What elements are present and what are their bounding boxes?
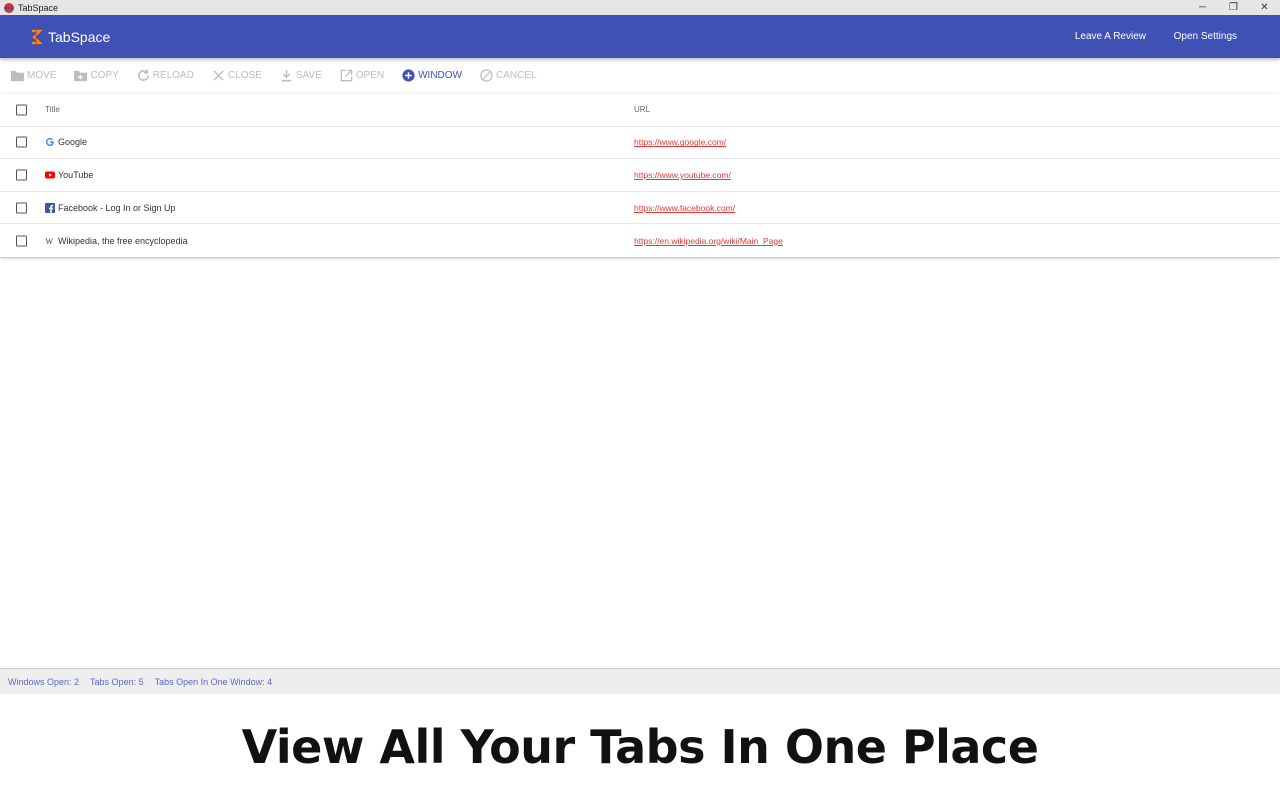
table-row[interactable]: YouTube https://www.youtube.com/ [0, 159, 1280, 192]
app-bar: TabSpace Leave A Review Open Settings [0, 15, 1280, 58]
row-checkbox[interactable] [16, 202, 27, 214]
cancel-button[interactable]: CANCEL [479, 68, 537, 83]
tab-title-cell: Google [45, 127, 87, 159]
folder-add-icon [74, 70, 88, 82]
row-checkbox[interactable] [16, 136, 27, 148]
tab-title: YouTube [58, 169, 94, 180]
tabs-table: Title URL Google https://www.google.com/… [0, 94, 1280, 257]
table-row[interactable]: W Wikipedia, the free encyclopedia https… [0, 224, 1280, 257]
tab-url-link[interactable]: https://www.youtube.com/ [634, 170, 731, 180]
os-title-bar: TabSpace ─ ❐ ✕ [0, 0, 1280, 15]
open-button[interactable]: OPEN [339, 68, 384, 83]
status-bar: Windows Open: 2 Tabs Open: 5 Tabs Open I… [0, 668, 1280, 694]
download-icon [281, 69, 292, 82]
tab-url-cell: https://en.wikipedia.org/wiki/Main_Page [634, 224, 783, 257]
close-tabs-button[interactable]: CLOSE [211, 68, 262, 83]
leave-review-button[interactable]: Leave A Review [1075, 15, 1146, 58]
windows-open-count: Windows Open: 2 [8, 676, 80, 687]
tab-title-cell: YouTube [45, 159, 93, 191]
cancel-icon [480, 69, 493, 82]
minimize-button[interactable]: ─ [1187, 0, 1218, 15]
url-column-header: URL [634, 105, 651, 115]
facebook-icon [45, 202, 55, 213]
copy-button[interactable]: COPY [73, 68, 119, 83]
restore-button[interactable]: ❐ [1218, 0, 1249, 15]
folder-icon [10, 70, 25, 82]
reload-icon [137, 69, 149, 81]
move-button[interactable]: MOVE [10, 68, 56, 83]
wikipedia-icon: W [45, 236, 55, 246]
app-icon [4, 2, 14, 13]
title-column-header: Title [45, 105, 60, 115]
tab-title: Google [58, 137, 88, 148]
window-controls: ─ ❐ ✕ [1187, 0, 1280, 15]
reload-button[interactable]: RELOAD [136, 68, 194, 83]
save-label: SAVE [295, 70, 322, 81]
tab-title-cell: Facebook - Log In or Sign Up [45, 192, 176, 224]
tab-url-cell: https://www.youtube.com/ [634, 159, 731, 191]
tabspace-logo-icon [32, 28, 43, 45]
add-circle-icon [402, 69, 415, 82]
tab-url-cell: https://www.facebook.com/ [634, 192, 735, 224]
tab-url-link[interactable]: https://www.google.com/ [634, 137, 726, 147]
select-all-checkbox[interactable] [16, 104, 27, 116]
window-title: TabSpace [18, 2, 59, 13]
table-row[interactable]: Google https://www.google.com/ [0, 127, 1280, 160]
copy-label: COPY [90, 70, 119, 81]
svg-text:W: W [46, 237, 54, 246]
toolbar: MOVE COPY RELOAD CLOSE SAVE OPEN WINDOW … [0, 58, 1280, 93]
app-name: TabSpace [48, 28, 111, 45]
google-icon [45, 137, 55, 147]
tab-title-cell: W Wikipedia, the free encyclopedia [45, 224, 188, 257]
youtube-icon [45, 170, 55, 180]
promo-caption: View All Your Tabs In One Place [241, 720, 1039, 774]
row-checkbox[interactable] [16, 235, 27, 247]
close-icon [213, 70, 224, 81]
new-window-button[interactable]: WINDOW [401, 68, 462, 83]
open-external-icon [340, 69, 353, 82]
open-settings-button[interactable]: Open Settings [1174, 15, 1237, 58]
row-checkbox[interactable] [16, 169, 27, 181]
tab-url-link[interactable]: https://www.facebook.com/ [634, 203, 735, 213]
tabs-one-window-count: Tabs Open In One Window: 4 [154, 676, 273, 687]
close-window-button[interactable]: ✕ [1249, 0, 1280, 15]
tab-title: Wikipedia, the free encyclopedia [58, 235, 188, 246]
table-row[interactable]: Facebook - Log In or Sign Up https://www… [0, 192, 1280, 225]
tab-url-cell: https://www.google.com/ [634, 127, 726, 159]
tabs-open-count: Tabs Open: 5 [90, 676, 144, 687]
table-header-row: Title URL [0, 94, 1280, 127]
close-label: CLOSE [227, 70, 262, 81]
tab-url-link[interactable]: https://en.wikipedia.org/wiki/Main_Page [634, 236, 783, 246]
reload-label: RELOAD [152, 70, 194, 81]
tab-title: Facebook - Log In or Sign Up [58, 202, 176, 213]
open-label: OPEN [355, 70, 385, 81]
window-label: WINDOW [418, 70, 462, 81]
save-button[interactable]: SAVE [279, 68, 322, 83]
cancel-label: CANCEL [496, 70, 537, 81]
brand: TabSpace [28, 15, 110, 58]
move-label: MOVE [27, 70, 57, 81]
